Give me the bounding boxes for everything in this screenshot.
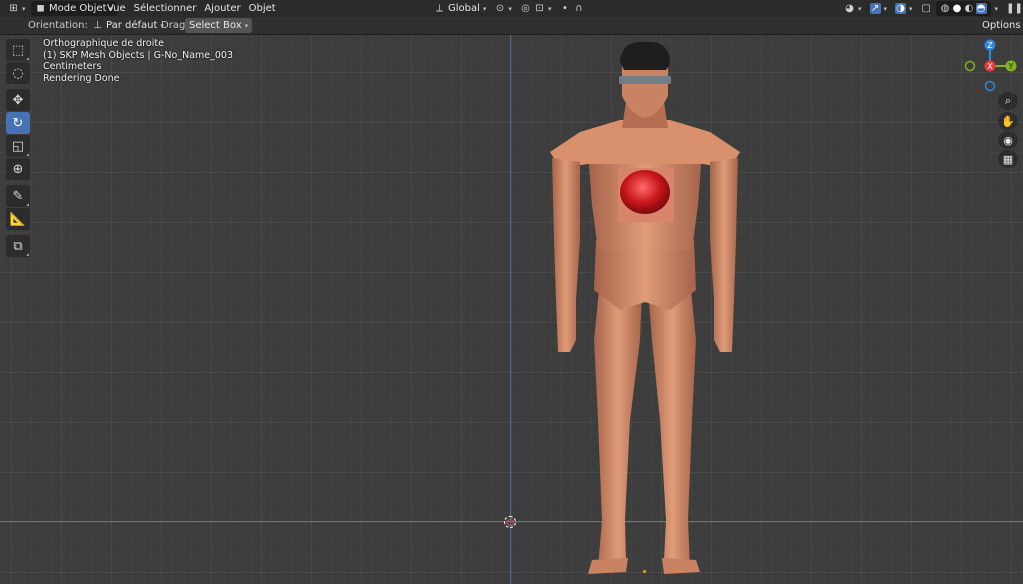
mode-label: Mode Objet	[49, 3, 107, 14]
collection-info: (1) SKP Mesh Objects | G-No_Name_003	[43, 49, 234, 61]
z-axis-line	[510, 35, 511, 584]
add-cube-tool[interactable]: ⧉	[6, 235, 30, 257]
snap-increment-icon: ⊡	[535, 3, 544, 14]
right-arm	[710, 158, 738, 352]
left-leg	[594, 280, 642, 568]
sunglasses	[619, 76, 671, 84]
left-arm	[552, 158, 580, 352]
hand-icon: ✋	[1001, 114, 1015, 128]
orientation-icon: ⟂	[436, 3, 443, 14]
xray-toggle[interactable]: ▢	[917, 1, 936, 16]
pivot-icon: ⊙	[495, 3, 505, 14]
measure-icon: 📐	[9, 211, 27, 227]
hair	[620, 41, 670, 70]
menu-objet[interactable]: Objet	[245, 1, 280, 16]
cursor-tool[interactable]: ◌	[6, 62, 30, 84]
pause-button[interactable]: ❚❚	[1002, 1, 1023, 16]
proportional-edit-icon: •	[562, 3, 568, 14]
select-box-tool[interactable]: ⬚	[6, 39, 30, 61]
annotate-icon: ✎	[12, 188, 24, 204]
human-model[interactable]	[530, 40, 760, 580]
menu-ajouter[interactable]: Ajouter	[200, 1, 244, 16]
gizmo-toggle[interactable]: ↗ ▾	[866, 1, 892, 16]
menu-selectionner[interactable]: Sélectionner	[130, 1, 201, 16]
3d-cursor[interactable]	[504, 516, 516, 528]
navigation-gizmo[interactable]: Z Y X	[962, 38, 1018, 94]
orientation-label: Orientation:	[28, 20, 88, 31]
proportional-edit-toggle[interactable]: • ∩	[555, 1, 588, 16]
grid-icon: ▦	[1002, 152, 1014, 166]
orientation-axes-icon: ⊥	[93, 20, 102, 31]
viewport-header: ⊞ ▾ ◼ Mode Objet ▾ Vue Sélectionner Ajout…	[0, 0, 1023, 18]
snap-toggle[interactable]: ◎ ⊡ ▾	[516, 1, 556, 16]
camera-view-button[interactable]: ◉	[998, 131, 1018, 149]
gizmo-icon: ↗	[869, 3, 881, 14]
units-label: Centimeters	[43, 61, 102, 72]
transform-tool[interactable]: ⊕	[6, 158, 30, 180]
toggle-perspective-button[interactable]: ▦	[998, 150, 1018, 168]
overlays-toggle[interactable]: ◑ ▾	[891, 1, 917, 16]
render-status: Rendering Done	[43, 72, 120, 84]
pause-icon: ❚❚	[1006, 3, 1023, 14]
rotate-tool[interactable]: ↻	[6, 112, 30, 134]
select-box-icon: ⬚	[11, 42, 25, 58]
wireframe-shading-icon[interactable]: ◍	[940, 3, 951, 14]
orientation-dropdown[interactable]: ⊥ Par défaut ▾	[88, 18, 168, 33]
gizmo-y-label: Y	[1008, 62, 1014, 71]
pelvis	[594, 240, 696, 310]
visibility-dropdown[interactable]: ◕ ▾	[840, 1, 866, 16]
heart-sphere	[620, 170, 670, 214]
shading-modes: ◍ ● ◐ ◓	[935, 1, 991, 16]
pan-button[interactable]: ✋	[998, 112, 1018, 130]
transform-icon: ⊕	[12, 161, 24, 177]
menu-vue[interactable]: Vue	[103, 1, 130, 16]
zoom-button[interactable]: ⌕	[998, 92, 1018, 110]
rendered-shading-icon[interactable]: ◓	[975, 3, 987, 14]
overlays-icon: ◑	[895, 3, 907, 14]
scale-icon: ◱	[11, 138, 25, 154]
zoom-icon: ⌕	[1004, 94, 1012, 107]
pivot-point-dropdown[interactable]: ⊙ ▾	[490, 1, 516, 16]
annotate-tool[interactable]: ✎	[6, 185, 30, 207]
magnet-icon: ◎	[521, 3, 530, 14]
object-origin-dot	[643, 570, 646, 573]
3d-viewport-icon: ⊞	[9, 3, 18, 14]
add-cube-icon: ⧉	[13, 238, 23, 254]
right-leg	[648, 280, 696, 568]
transform-orientation-dropdown[interactable]: ⟂ Global ▾	[430, 1, 490, 16]
options-dropdown[interactable]: Options ▾	[978, 18, 1023, 33]
shading-options-dropdown[interactable]: ▾	[991, 1, 1003, 16]
gizmo-z-label: Z	[987, 41, 993, 50]
cursor-icon: ◌	[12, 65, 24, 81]
tool-shelf: ⬚ ◌ ✥ ↻ ◱ ⊕ ✎ 📐 ⧉	[6, 39, 31, 258]
falloff-curve-icon: ∩	[575, 3, 583, 14]
editor-type-button[interactable]: ⊞ ▾	[4, 1, 30, 16]
measure-tool[interactable]: 📐	[6, 208, 30, 230]
camera-icon: ◉	[1003, 133, 1013, 147]
neg-y-axis-handle	[964, 60, 976, 72]
tool-settings-bar: Orientation: ⊥ Par défaut ▾ Drag: Select…	[0, 17, 1023, 35]
rotate-icon: ↻	[12, 115, 24, 131]
xray-icon: ▢	[921, 3, 931, 14]
solid-shading-icon[interactable]: ●	[952, 3, 963, 14]
object-mode-icon: ◼	[36, 3, 45, 14]
eye-icon: ◕	[845, 3, 854, 14]
viewport-info: Orthographique de droite (1) SKP Mesh Ob…	[43, 38, 233, 84]
gizmo-x-label: X	[987, 62, 993, 71]
scale-tool[interactable]: ◱	[6, 135, 30, 157]
view-name: Orthographique de droite	[43, 38, 164, 49]
move-icon: ✥	[12, 92, 24, 108]
material-shading-icon[interactable]: ◐	[964, 3, 975, 14]
neg-z-axis-handle	[984, 80, 996, 92]
3d-viewport[interactable]	[0, 35, 1023, 584]
move-tool[interactable]: ✥	[6, 89, 30, 111]
drag-dropdown[interactable]: Select Box ▾	[185, 18, 253, 33]
